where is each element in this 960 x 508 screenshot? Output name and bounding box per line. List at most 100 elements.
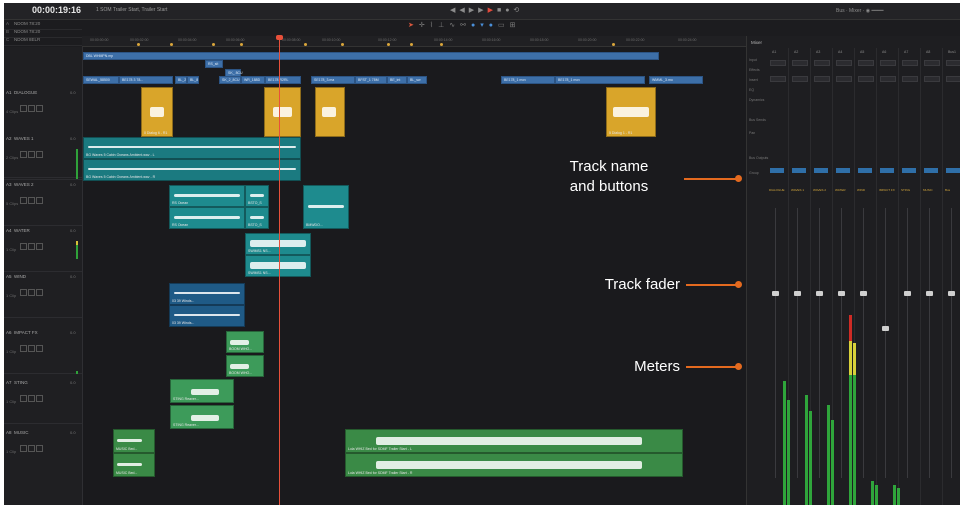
effects-slot[interactable]	[770, 76, 786, 82]
track-fader[interactable]	[860, 291, 867, 296]
audio-clip-waves-2[interactable]: RS Ocean	[169, 207, 245, 229]
audio-clip-waves-2[interactable]: RS Ocean	[169, 185, 245, 207]
rewind-icon[interactable]: ◀◀	[450, 7, 469, 14]
zoom-icon[interactable]: ▭	[498, 22, 510, 29]
effects-slot[interactable]	[836, 76, 852, 82]
video-clip[interactable]: DBL WHMPN.mp	[83, 52, 659, 60]
mute-button[interactable]	[36, 395, 43, 402]
track-header-waves-1[interactable]: A2 WAVES 1 0.0 2 Clips	[4, 133, 82, 180]
play-icon[interactable]: ▶	[488, 7, 497, 14]
track-header-water[interactable]: A4 WATER 0.0 1 Clip	[4, 225, 82, 272]
audio-clip-music[interactable]: MUSIC Bed...	[113, 429, 155, 453]
effects-slot[interactable]	[924, 76, 940, 82]
audio-clip-dialogue[interactable]: 5 Dialog 1 - R1	[606, 87, 656, 137]
timeline-marker[interactable]	[240, 43, 243, 46]
track-fader[interactable]	[794, 291, 801, 296]
loop-icon[interactable]: ⟲	[513, 7, 523, 14]
audio-clip-impact-fx[interactable]: BOOM WHO...	[226, 355, 264, 377]
video-clip[interactable]: SK_2_8CU	[219, 76, 241, 84]
snap-icon[interactable]: ∿	[449, 22, 460, 29]
mixer-channel[interactable]: A7 STING	[899, 48, 921, 505]
input-slot[interactable]	[770, 60, 786, 66]
track-buttons[interactable]	[20, 389, 44, 407]
audio-clip-music[interactable]: Lola WHIZ Bed for SDMF Trailer Start - R	[345, 453, 683, 477]
timeline-marker[interactable]	[387, 43, 390, 46]
track-buttons[interactable]	[20, 283, 44, 301]
effects-slot[interactable]	[880, 76, 896, 82]
mute-button[interactable]	[36, 105, 43, 112]
record-arm-button[interactable]	[20, 197, 27, 204]
mute-button[interactable]	[36, 445, 43, 452]
track-header-music[interactable]: A8 MUSIC 0.0 1 Clip	[4, 427, 82, 505]
video-clip[interactable]: BL_2	[175, 76, 187, 84]
bus-output-button[interactable]	[770, 168, 784, 173]
bus-output-button[interactable]	[814, 168, 828, 173]
timeline-marker[interactable]	[137, 43, 140, 46]
stop-icon[interactable]: ■	[497, 7, 505, 14]
input-slot[interactable]	[880, 60, 896, 66]
forward-icon[interactable]: ▶▶	[469, 7, 488, 14]
video-clip[interactable]: WMML_3.mo	[649, 76, 703, 84]
track-header-waves-2[interactable]: A3 WAVES 2 0.0 5 Clips	[4, 179, 82, 226]
effects-slot[interactable]	[792, 76, 808, 82]
bus-output-button[interactable]	[836, 168, 850, 173]
audio-clip-water[interactable]: SWIMS1 NS...	[245, 255, 311, 277]
timeline-marker[interactable]	[170, 43, 173, 46]
playhead[interactable]	[279, 36, 280, 505]
timeline-marker[interactable]	[304, 43, 307, 46]
video-clip[interactable]: BE178 3 78...	[119, 76, 173, 84]
video-clip[interactable]: BE178 R2RL	[265, 76, 301, 84]
track-fader[interactable]	[882, 326, 889, 331]
mute-button[interactable]	[36, 151, 43, 158]
solo-button[interactable]	[28, 345, 35, 352]
track-fader[interactable]	[772, 291, 779, 296]
bus-output-button[interactable]	[946, 168, 960, 173]
top-right-controls[interactable]: Bus · Mixer · ◉ ━━━━	[836, 8, 884, 14]
audio-clip-waves-1[interactable]: BG Waves 5 Cabin Oceans Ambient.wav - L	[83, 137, 301, 159]
input-slot[interactable]	[902, 60, 918, 66]
input-slot[interactable]	[814, 60, 830, 66]
bus-output-button[interactable]	[924, 168, 938, 173]
audio-clip-wind[interactable]: 03 39 Winds...	[169, 283, 245, 305]
track-header-sting[interactable]: A7 STING 0.0 1 Clip	[4, 377, 82, 424]
solo-button[interactable]	[28, 445, 35, 452]
record-arm-button[interactable]	[20, 445, 27, 452]
bus-output-button[interactable]	[792, 168, 806, 173]
track-header-impact-fx[interactable]: A6 IMPACT FX 0.0 1 Clip	[4, 327, 82, 374]
track-buttons[interactable]	[20, 439, 44, 457]
audio-clip-wind[interactable]: 03 39 Winds...	[169, 305, 245, 327]
timeline-marker[interactable]	[212, 43, 215, 46]
mute-button[interactable]	[36, 345, 43, 352]
audio-clip-waves-2[interactable]: BMWDO...	[303, 185, 349, 229]
timeline-marker[interactable]	[410, 43, 413, 46]
track-buttons[interactable]	[20, 191, 44, 209]
timeline-marker[interactable]	[612, 43, 615, 46]
video-clip[interactable]: BL_8	[187, 76, 199, 84]
view-icon[interactable]: ⊞	[510, 22, 521, 29]
input-slot[interactable]	[858, 60, 874, 66]
track-header-wind[interactable]: A5 WIND 0.0 1 Clip	[4, 271, 82, 318]
input-slot[interactable]	[924, 60, 940, 66]
mixer-channel[interactable]: A6 IMPACT FX	[877, 48, 899, 505]
record-arm-button[interactable]	[20, 289, 27, 296]
solo-button[interactable]	[28, 395, 35, 402]
track-buttons[interactable]	[20, 339, 44, 357]
solo-button[interactable]	[28, 151, 35, 158]
effects-slot[interactable]	[902, 76, 918, 82]
track-fader[interactable]	[838, 291, 845, 296]
effects-slot[interactable]	[858, 76, 874, 82]
solo-button[interactable]	[28, 243, 35, 250]
input-slot[interactable]	[792, 60, 808, 66]
audio-clip-sting[interactable]: STING Reaver...	[170, 405, 234, 429]
bus-output-button[interactable]	[858, 168, 872, 173]
record-arm-button[interactable]	[20, 395, 27, 402]
range-tool-icon[interactable]: ✛	[419, 22, 430, 29]
link-icon[interactable]: ⚯	[460, 22, 471, 29]
bus-output-button[interactable]	[902, 168, 916, 173]
edit-icon[interactable]: ⊥	[438, 22, 449, 29]
audio-clip-waves-2[interactable]: BSTO_S	[245, 185, 269, 207]
project-name[interactable]: 1 SOM Trailer Start, Trailer Start	[96, 7, 167, 13]
audio-clip-dialogue[interactable]	[315, 87, 345, 137]
solo-button[interactable]	[28, 197, 35, 204]
record-arm-button[interactable]	[20, 345, 27, 352]
